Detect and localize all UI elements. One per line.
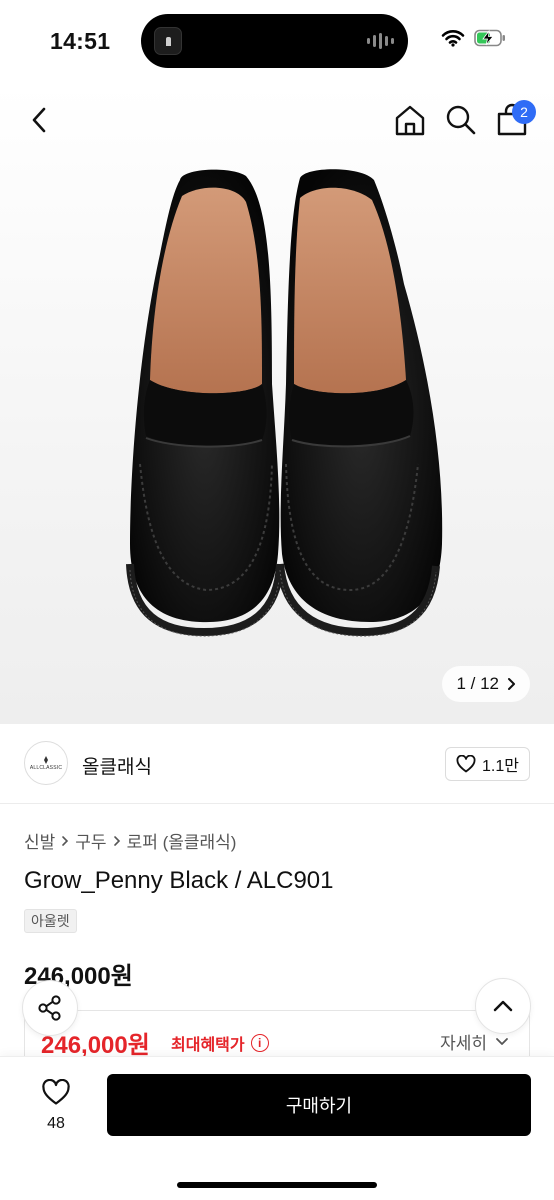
- outlet-tag: 아울렛: [24, 909, 77, 933]
- now-playing-app-icon: [154, 27, 182, 55]
- share-button[interactable]: [22, 980, 78, 1036]
- brand-row[interactable]: ALLCLASSIC 올클래식 1.1만: [0, 724, 554, 804]
- home-button[interactable]: [392, 102, 428, 138]
- chevron-left-icon: [32, 107, 46, 133]
- brand-like-button[interactable]: 1.1만: [445, 747, 530, 781]
- search-icon: [446, 105, 476, 135]
- chevron-down-icon: [496, 1038, 508, 1045]
- product-image-gallery[interactable]: 1 / 12: [0, 84, 554, 724]
- heart-icon: [456, 755, 476, 773]
- chevron-right-icon: [62, 835, 69, 846]
- search-button[interactable]: [443, 102, 479, 138]
- top-nav: 2: [0, 84, 554, 156]
- breadcrumb-item[interactable]: 로퍼 (올클래식): [127, 828, 237, 853]
- cart-count-badge: 2: [512, 100, 536, 124]
- buy-button[interactable]: 구매하기: [107, 1074, 531, 1136]
- status-bar: 14:51: [0, 0, 554, 84]
- product-image-loafers: [126, 169, 443, 637]
- breadcrumb-item[interactable]: 구두: [75, 828, 106, 853]
- bottom-action-bar: 48 구매하기: [0, 1056, 554, 1200]
- wishlist-count: 48: [47, 1115, 65, 1132]
- chevron-up-icon: [493, 1000, 513, 1012]
- audio-wave-icon: [367, 32, 394, 50]
- home-icon: [395, 105, 425, 136]
- brand-logo-text: ALLCLASSIC: [29, 765, 63, 771]
- dynamic-island[interactable]: [141, 14, 408, 68]
- breadcrumb: 신발 구두 로퍼 (올클래식): [24, 828, 236, 853]
- battery-charging-icon: [474, 29, 505, 47]
- status-icons: [441, 29, 506, 47]
- chevron-right-icon: [113, 835, 120, 846]
- brand-logo[interactable]: ALLCLASSIC: [24, 741, 68, 785]
- heart-icon: [42, 1078, 70, 1105]
- status-time: 14:51: [50, 28, 111, 54]
- max-benefit-label: 최대혜택가: [171, 1037, 245, 1054]
- wifi-icon: [441, 30, 465, 47]
- breadcrumb-item[interactable]: 신발: [24, 828, 55, 853]
- max-benefit-label-group: 최대혜택가 i: [171, 1031, 269, 1055]
- benefit-detail-label: 자세히: [440, 1034, 487, 1053]
- chevron-right-icon: [508, 678, 515, 690]
- info-icon[interactable]: i: [250, 1034, 269, 1052]
- share-icon: [38, 995, 61, 1021]
- home-indicator[interactable]: [177, 1182, 377, 1188]
- image-counter[interactable]: 1 / 12: [442, 666, 530, 702]
- cart-button[interactable]: 2: [494, 100, 536, 138]
- back-button[interactable]: [24, 104, 54, 136]
- brand-emblem-icon: [44, 756, 48, 764]
- brand-name[interactable]: 올클래식: [82, 752, 152, 779]
- wishlist-button[interactable]: 48: [34, 1078, 78, 1133]
- product-title: Grow_Penny Black / ALC901: [24, 867, 334, 894]
- scroll-top-button[interactable]: [475, 978, 531, 1034]
- brand-like-count: 1.1만: [482, 758, 519, 775]
- image-counter-label: 1 / 12: [456, 674, 499, 693]
